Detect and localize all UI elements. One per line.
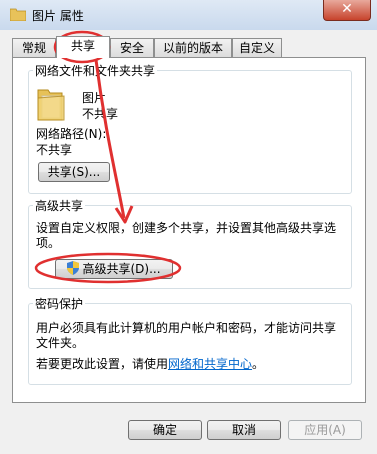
apply-button[interactable]: 应用(A) — [288, 420, 362, 440]
button-label: 高级共享(D)... — [82, 262, 161, 276]
tab-security[interactable]: 安全 — [110, 38, 154, 57]
close-icon: ✕ — [341, 1, 353, 17]
advanced-share-button[interactable]: 高级共享(D)... — [55, 259, 173, 279]
folder-icon — [10, 8, 26, 21]
password-change-text: 若要更改此设置，请使用网络和共享中心。 — [36, 355, 264, 372]
group-legend: 网络文件和文件夹共享 — [35, 64, 156, 78]
ok-button[interactable]: 确定 — [128, 420, 202, 440]
advanced-share-description-line2: 项。 — [36, 236, 61, 250]
network-sharing-center-link[interactable]: 网络和共享中心 — [168, 357, 252, 371]
group-legend: 高级共享 — [35, 199, 84, 213]
tab-label: 自定义 — [238, 41, 275, 55]
group-legend: 密码保护 — [35, 297, 84, 311]
close-button[interactable]: ✕ — [323, 0, 371, 21]
change-suffix: 。 — [252, 357, 265, 371]
title-bar: 图片 属性 ✕ — [0, 0, 377, 30]
tab-label: 常规 — [21, 41, 46, 55]
password-description-line2: 文件夹。 — [36, 336, 85, 350]
tab-general[interactable]: 常规 — [12, 38, 56, 57]
tab-customize[interactable]: 自定义 — [232, 38, 282, 57]
folder-share-status: 不共享 — [82, 107, 119, 121]
button-label: 确定 — [152, 423, 177, 437]
uac-shield-icon — [67, 261, 80, 275]
tab-sharing[interactable]: 共享 — [56, 36, 110, 58]
button-label: 共享(S)... — [47, 165, 101, 179]
share-button[interactable]: 共享(S)... — [38, 162, 110, 182]
tab-label: 以前的版本 — [162, 41, 223, 55]
change-prefix: 若要更改此设置，请使用 — [36, 357, 169, 371]
window-title: 图片 属性 — [32, 9, 84, 23]
button-label: 应用(A) — [304, 423, 346, 437]
tab-strip: 常规 共享 安全 以前的版本 自定义 — [12, 36, 368, 58]
network-path-value: 不共享 — [36, 143, 73, 157]
button-label: 取消 — [231, 423, 256, 437]
cancel-button[interactable]: 取消 — [207, 420, 281, 440]
folder-icon — [37, 89, 65, 121]
folder-name: 图片 — [82, 91, 107, 105]
tab-previous-versions[interactable]: 以前的版本 — [154, 38, 232, 57]
tab-label: 安全 — [119, 41, 144, 55]
advanced-share-description-line1: 设置自定义权限，创建多个共享，并设置其他高级共享选 — [36, 221, 337, 235]
network-path-label: 网络路径(N): — [36, 127, 107, 141]
tab-label: 共享 — [70, 39, 95, 53]
